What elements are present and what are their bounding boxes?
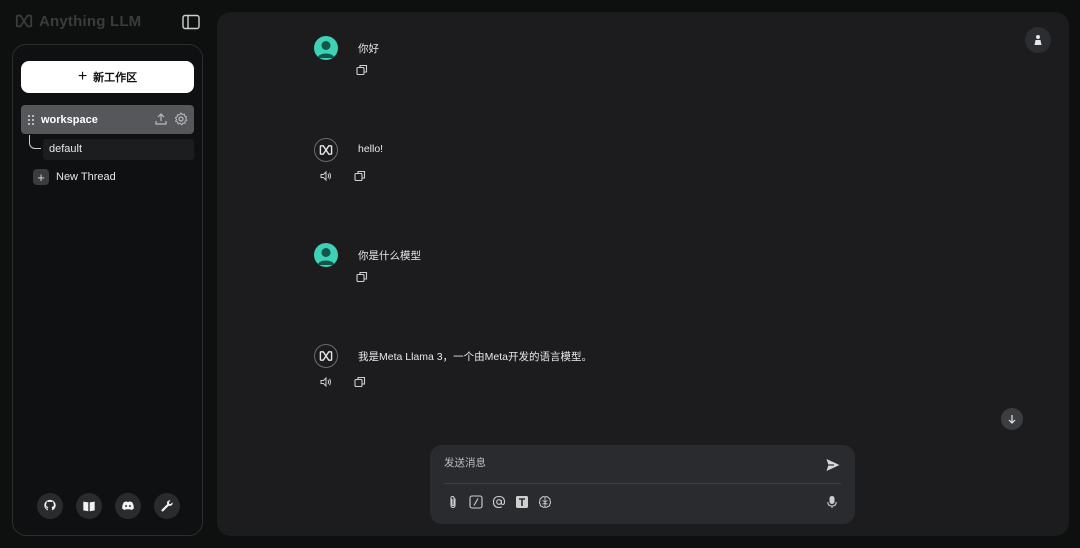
- plus-icon: +: [77, 68, 88, 85]
- github-button[interactable]: [37, 493, 63, 519]
- agent-brain-icon[interactable]: [538, 495, 552, 509]
- message-actions: [320, 376, 366, 388]
- anythingllm-logo-icon: [15, 14, 33, 28]
- new-thread-button[interactable]: + New Thread: [33, 169, 116, 185]
- plus-icon: +: [33, 169, 49, 185]
- thread-item-default[interactable]: default: [43, 139, 194, 160]
- discord-icon: [122, 501, 134, 511]
- workspace-agent-button[interactable]: [1025, 27, 1051, 53]
- slash-command-icon[interactable]: [469, 495, 483, 509]
- send-button[interactable]: [825, 457, 841, 473]
- arrow-down-icon: [1008, 415, 1016, 424]
- workspace-settings-gear-icon[interactable]: [174, 112, 188, 126]
- workspace-item[interactable]: workspace: [21, 105, 194, 134]
- copy-icon[interactable]: [354, 376, 366, 388]
- app-title: Anything LLM: [39, 12, 142, 30]
- anythingllm-logo-icon: [319, 145, 333, 155]
- message-composer: [430, 445, 855, 524]
- person-icon: [1034, 35, 1042, 45]
- scroll-to-bottom-button[interactable]: [1001, 408, 1023, 430]
- copy-icon[interactable]: [356, 64, 368, 76]
- speaker-icon[interactable]: [320, 170, 332, 182]
- settings-button[interactable]: [154, 493, 180, 519]
- at-mention-icon[interactable]: [492, 495, 506, 509]
- docs-book-icon: [83, 501, 95, 512]
- composer-toolbar: [446, 495, 552, 509]
- chat-panel: 你好 hello! 你是什么模型 我是Meta Llama 3，一个由Meta开…: [217, 12, 1069, 536]
- user-avatar: [314, 36, 338, 60]
- message-text: 你是什么模型: [358, 250, 421, 262]
- sidebar: + 新工作区 workspace default + New Thread: [12, 44, 203, 536]
- message-text: 你好: [358, 43, 379, 55]
- github-icon: [44, 499, 56, 511]
- text-size-icon[interactable]: [515, 495, 529, 509]
- sidebar-panel-icon: [182, 14, 200, 30]
- assistant-avatar: [314, 344, 338, 368]
- message-input[interactable]: [444, 455, 804, 471]
- new-workspace-button[interactable]: + 新工作区: [21, 61, 194, 93]
- message-actions: [356, 64, 368, 76]
- sidebar-footer: [37, 493, 180, 519]
- message-text: 我是Meta Llama 3，一个由Meta开发的语言模型。: [358, 351, 592, 363]
- drag-handle-icon[interactable]: [27, 114, 35, 126]
- user-avatar: [314, 243, 338, 267]
- workspace-name: workspace: [41, 113, 98, 126]
- anythingllm-logo-icon: [319, 351, 333, 361]
- app-logo: Anything LLM: [15, 12, 141, 30]
- copy-icon[interactable]: [356, 271, 368, 283]
- copy-icon[interactable]: [354, 170, 366, 182]
- upload-icon[interactable]: [154, 112, 168, 126]
- settings-wrench-icon: [161, 500, 173, 512]
- assistant-avatar: [314, 138, 338, 162]
- send-icon: [826, 459, 840, 471]
- message-actions: [320, 170, 366, 182]
- new-thread-label: New Thread: [56, 171, 116, 183]
- attach-icon[interactable]: [446, 495, 460, 509]
- discord-button[interactable]: [115, 493, 141, 519]
- speaker-icon[interactable]: [320, 376, 332, 388]
- sidebar-toggle-button[interactable]: [182, 14, 200, 30]
- composer-divider: [444, 483, 841, 484]
- thread-connector: [29, 135, 41, 149]
- docs-button[interactable]: [76, 493, 102, 519]
- message-text: hello!: [358, 143, 384, 155]
- new-workspace-label: 新工作区: [93, 72, 138, 84]
- microphone-icon[interactable]: [825, 495, 839, 509]
- message-actions: [356, 271, 368, 283]
